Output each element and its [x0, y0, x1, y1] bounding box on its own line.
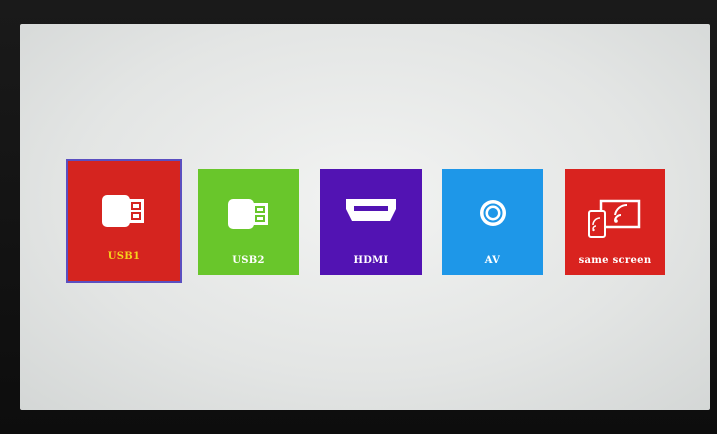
source-selection-row: USB1 USB2 HDMI AV same screen [0, 0, 717, 434]
source-label: HDMI [353, 255, 389, 266]
source-tile-hdmi[interactable]: HDMI [320, 169, 422, 275]
av-jack-icon [479, 199, 507, 227]
source-label: AV [484, 255, 501, 266]
source-label: USB1 [107, 251, 141, 262]
source-tile-usb2[interactable]: USB2 [198, 169, 299, 275]
source-label: USB2 [232, 255, 265, 266]
source-tile-av[interactable]: AV [442, 169, 543, 275]
hdmi-port-icon [346, 199, 396, 223]
source-label: same screen [578, 255, 652, 266]
usb-drive-icon [227, 199, 270, 229]
screen-mirror-icon [587, 199, 643, 239]
source-tile-same-screen[interactable]: same screen [565, 169, 665, 275]
usb-drive-icon [102, 195, 146, 227]
source-tile-usb1[interactable]: USB1 [66, 159, 182, 283]
